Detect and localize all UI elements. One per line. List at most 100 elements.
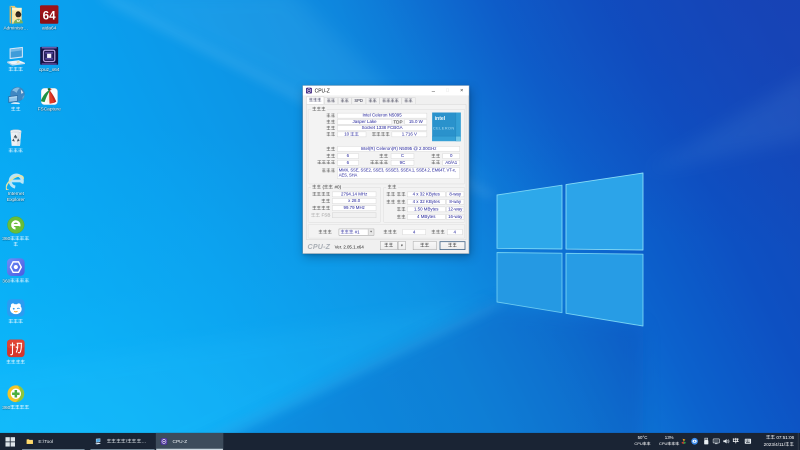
package-label xyxy=(306,125,336,131)
cores-label xyxy=(378,229,397,235)
desktop-icon-label: 360 xyxy=(0,405,32,411)
processor-select[interactable]: #1 ▼ xyxy=(338,228,375,236)
model-field: C xyxy=(390,153,415,159)
cpuz-x64-icon xyxy=(40,46,59,65)
tray-pinwheel-icon[interactable] xyxy=(680,438,688,446)
tab-bench[interactable] xyxy=(379,97,402,105)
aida64-icon: 64 xyxy=(40,5,59,24)
version-text: Ver. 2.05.1.x64 xyxy=(334,244,364,250)
ime-indicator[interactable] xyxy=(732,437,740,445)
recycle-bin-icon xyxy=(10,129,22,146)
desktop-icon-label: FSCapture xyxy=(37,106,61,112)
tools-dropdown-button[interactable]: ▼ xyxy=(397,241,406,251)
revision-field: A0/A1 xyxy=(442,159,461,166)
desktop-icon-label: aida64 xyxy=(41,25,57,31)
desktop-icon-driver-genius[interactable] xyxy=(0,338,32,365)
tray-360-icon[interactable] xyxy=(691,437,699,446)
combo-dropdown-arrow[interactable]: ▼ xyxy=(367,229,374,236)
folder-icon xyxy=(26,439,33,444)
threads-label xyxy=(426,229,445,235)
tdp-label: TDP xyxy=(393,119,403,125)
tray-usb-icon[interactable] xyxy=(703,437,711,446)
desktop-icon-recycle-bin[interactable] xyxy=(0,127,32,154)
desktop-icon-360-browser[interactable]: 360 xyxy=(0,215,32,248)
clock-date: 2023/4/11/ xyxy=(764,441,794,448)
desktop-icon-label: Internet Explorer xyxy=(6,191,25,202)
desktop-icon-360-driver-master[interactable]: 360 xyxy=(0,257,32,284)
tab-graphics[interactable] xyxy=(365,97,380,105)
this-pc-icon xyxy=(7,46,26,66)
desktop-icon-aida64[interactable]: 64 aida64 xyxy=(33,5,65,32)
instructions-label xyxy=(306,168,336,173)
desktop-icon-fscapture[interactable]: FSCapture xyxy=(33,85,65,112)
cpuz-brand-logo: CPU-Z xyxy=(307,242,331,251)
core-voltage-label xyxy=(368,132,391,137)
tray-volume-icon[interactable] xyxy=(723,438,731,446)
taskbar-button-control-panel[interactable]: \… xyxy=(90,433,155,450)
tab-spd[interactable]: SPD xyxy=(351,97,366,105)
ludashi-icon xyxy=(7,299,25,317)
taskbar-clock[interactable]: 07:51:06 2023/4/11/ xyxy=(764,434,794,448)
ok-button[interactable] xyxy=(439,241,466,251)
name-label xyxy=(306,113,336,118)
l2-way-field: 12-way xyxy=(446,206,465,213)
stepping-label xyxy=(423,153,441,159)
cache-groupbox-title xyxy=(386,184,398,191)
maximize-button[interactable]: □ xyxy=(440,86,454,95)
close-button[interactable]: × xyxy=(455,86,469,95)
name-field: Intel Celeron N5095 xyxy=(337,112,428,119)
intel-wordmark: intel xyxy=(435,116,446,122)
driver-genius-icon xyxy=(7,339,25,358)
desktop-icon-network[interactable] xyxy=(0,85,32,112)
desktop-icon-label xyxy=(0,359,32,366)
internet-explorer-icon xyxy=(5,173,24,191)
taskbar-button-explorer[interactable]: E:\Tool xyxy=(22,433,85,450)
clock-time: 07:51:06 xyxy=(764,434,794,441)
ext-family-label xyxy=(306,160,336,165)
celeron-wordmark: CELERON xyxy=(433,126,455,131)
scale-root: Administr… 64 aida64 cpuz_x64 FSCapture … xyxy=(0,0,800,450)
specification-label xyxy=(306,146,336,152)
360-safe-icon xyxy=(7,385,25,403)
desktop-icon-label xyxy=(0,319,32,325)
ext-model-field: 9C xyxy=(390,159,415,166)
desktop-icon-label xyxy=(0,106,32,113)
l1-inst-size-field: 4 x 32 KBytes xyxy=(407,199,446,205)
l1-data-way-field: 8-way xyxy=(446,191,465,198)
360-driver-master-icon xyxy=(7,258,25,276)
desktop-icon-label: Administr… xyxy=(3,25,29,31)
tools-button[interactable] xyxy=(380,241,398,251)
desktop-icon-this-pc[interactable] xyxy=(0,46,32,73)
desktop-icon-360-safe[interactable]: 360 xyxy=(0,384,32,411)
minimize-button[interactable]: – xyxy=(426,86,440,95)
taskbar-button-label: E:\Tool xyxy=(38,438,53,444)
multiplier-label xyxy=(308,198,331,204)
tab-about[interactable] xyxy=(401,97,416,105)
l1-data-label xyxy=(370,192,406,197)
intel-celeron-logo: intel CELERON xyxy=(432,112,461,142)
clocks-groupbox-title: ( #0) xyxy=(310,184,343,191)
taskbar-button-cpuz[interactable]: CPU-Z xyxy=(155,432,224,450)
desktop-icon-label: 360 xyxy=(0,278,32,284)
desktop-icon-cpuz-x64[interactable]: cpuz_x64 xyxy=(33,46,65,73)
stepping-field: 0 xyxy=(442,153,461,159)
tab-memory[interactable] xyxy=(337,97,352,105)
taskbar: E:\Tool \… CPU-Z 50°C CPU 13% CPU xyxy=(0,432,800,450)
taskbar-button-label: \… xyxy=(106,438,146,444)
l2-size-field: 1.50 MBytes xyxy=(407,206,446,213)
cpuz-tabstrip: SPD xyxy=(306,96,416,105)
l1-inst-way-field: 8-way xyxy=(446,199,465,205)
tray-network-icon[interactable] xyxy=(712,438,721,446)
tray-keyboard-icon[interactable] xyxy=(744,438,752,446)
desktop-icon-internet-explorer[interactable]: Internet Explorer xyxy=(0,170,32,203)
desktop-icon-admin-folder[interactable]: Administr… xyxy=(0,5,32,32)
validate-button[interactable] xyxy=(412,241,437,251)
desktop-icon-label: 360 xyxy=(0,236,32,248)
aida64-icon-text: 64 xyxy=(43,10,56,23)
cores-field: 4 xyxy=(402,229,426,236)
desktop-icon-ludashi[interactable] xyxy=(0,298,32,325)
start-button[interactable] xyxy=(0,433,21,450)
cpuz-titlebar[interactable]: CPU-Z – □ × xyxy=(302,85,469,96)
tab-mainboard[interactable] xyxy=(324,97,338,105)
tab-processor[interactable] xyxy=(306,96,325,105)
